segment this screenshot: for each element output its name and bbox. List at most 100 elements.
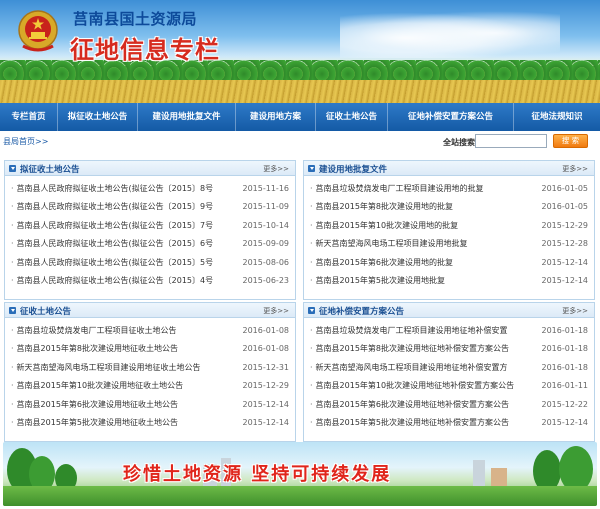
list-item[interactable]: · 莒南县2015年第5批次建设用地征收土地公告 2015-12-14	[5, 414, 295, 432]
item-title[interactable]: 莒南县2015年第6批次建设用地的批复	[316, 258, 453, 267]
main-nav: 专栏首页 拟征收土地公告 建设用地批复文件 建设用地方案 征收土地公告 征地补偿…	[0, 103, 600, 131]
item-title[interactable]: 莒南县人民政府拟征收土地公告(拟征公告〔2015〕9号	[17, 202, 214, 211]
bullet-icon: ·	[310, 326, 313, 335]
item-date: 2015-12-14	[541, 275, 589, 285]
item-title[interactable]: 莒南县2015年第8批次建设用地征地补偿安置方案公告	[316, 344, 509, 353]
nav-item-home[interactable]: 专栏首页	[0, 103, 58, 131]
bullet-icon: ·	[310, 399, 313, 409]
item-title[interactable]: 莒南县人民政府拟征收土地公告(拟征公告〔2015〕5号	[17, 258, 214, 267]
nav-item-land-plan[interactable]: 建设用地方案	[236, 103, 316, 131]
list-item[interactable]: · 新天莒南望海风电场工程项目建设用地征收土地公告 2015-12-31	[5, 359, 295, 377]
list-item[interactable]: · 莒南县人民政府拟征收土地公告(拟征公告〔2015〕4号 2015-06-23	[5, 272, 295, 290]
item-date: 2015-12-31	[242, 362, 290, 372]
list-item[interactable]: · 莒南县2015年第5批次建设用地征地补偿安置方案公告 2015-12-14	[304, 414, 594, 432]
list-item[interactable]: · 莒南县垃圾焚烧发电厂工程项目建设用地征地补偿安置 2016-01-18	[304, 322, 594, 340]
nav-item-regulations[interactable]: 征地法规知识	[514, 103, 600, 131]
nav-item-compensation-plan[interactable]: 征地补偿安置方案公告	[388, 103, 514, 131]
panel-header: 拟征收土地公告 更多>>	[5, 161, 295, 176]
more-link[interactable]: 更多>>	[562, 164, 588, 174]
item-date: 2015-12-14	[242, 417, 290, 427]
bullet-icon: ·	[310, 239, 313, 249]
item-title[interactable]: 莒南县2015年第10批次建设用地征收土地公告	[17, 381, 184, 390]
item-title[interactable]: 莒南县垃圾焚烧发电厂工程项目征收土地公告	[17, 326, 177, 335]
list-item[interactable]: · 莒南县2015年第6批次建设用地征地补偿安置方案公告 2015-12-22	[304, 396, 594, 414]
item-date: 2015-08-06	[242, 257, 290, 267]
item-title[interactable]: 莒南县2015年第8批次建设用地的批复	[316, 202, 453, 211]
item-date: 2016-01-05	[541, 202, 589, 212]
item-title[interactable]: 新天莒南望海风电场工程项目建设用地征地补偿安置方	[316, 363, 508, 372]
list-item[interactable]: · 莒南县2015年第6批次建设用地征收土地公告 2015-12-14	[5, 396, 295, 414]
header-banner: 莒南县国土资源局 征地信息专栏	[0, 0, 600, 103]
bullet-icon: ·	[310, 202, 313, 212]
panel-title: 拟征收土地公告	[20, 165, 80, 175]
list-item[interactable]: · 新天莒南望海风电场工程项目建设用地征地补偿安置方 2016-01-18	[304, 359, 594, 377]
item-date: 2015-12-22	[541, 399, 589, 409]
item-date: 2016-01-18	[541, 362, 589, 372]
bullet-icon: ·	[11, 239, 14, 249]
item-title[interactable]: 莒南县人民政府拟征收土地公告(拟征公告〔2015〕8号	[17, 184, 214, 193]
item-title[interactable]: 新天莒南望海风电场工程项目建设用地征收土地公告	[17, 363, 201, 372]
list-item[interactable]: · 莒南县人民政府拟征收土地公告(拟征公告〔2015〕5号 2015-08-06	[5, 254, 295, 272]
item-title[interactable]: 莒南县2015年第10批次建设用地的批复	[316, 221, 459, 230]
item-title[interactable]: 莒南县2015年第5批次建设用地征收土地公告	[17, 418, 178, 427]
list-item[interactable]: · 莒南县垃圾焚烧发电厂工程项目建设用地的批复 2016-01-05	[304, 180, 594, 198]
chevron-down-icon	[308, 165, 315, 172]
list-item[interactable]: · 莒南县2015年第8批次建设用地的批复 2016-01-05	[304, 198, 594, 216]
list-item[interactable]: · 莒南县2015年第5批次建设用地批复 2015-12-14	[304, 272, 594, 290]
item-date: 2015-12-14	[541, 417, 589, 427]
item-title[interactable]: 莒南县2015年第5批次建设用地批复	[316, 276, 445, 285]
panel-title: 征收土地公告	[20, 307, 72, 317]
item-date: 2015-10-14	[242, 220, 290, 230]
list-item[interactable]: · 莒南县2015年第6批次建设用地的批复 2015-12-14	[304, 254, 594, 272]
list-item[interactable]: · 莒南县人民政府拟征收土地公告(拟征公告〔2015〕6号 2015-09-09	[5, 235, 295, 253]
list-item[interactable]: · 新天莒南望海风电场工程项目建设用地批复 2015-12-28	[304, 235, 594, 253]
breadcrumb[interactable]: 县局首页>>	[3, 136, 48, 147]
bullet-icon: ·	[11, 362, 14, 372]
clouds-decoration	[340, 8, 560, 58]
bullet-icon: ·	[11, 184, 14, 193]
list-item[interactable]: · 莒南县2015年第8批次建设用地征收土地公告 2016-01-08	[5, 340, 295, 358]
nav-item-proposed-expropriation[interactable]: 拟征收土地公告	[58, 103, 138, 131]
item-date: 2015-11-16	[242, 184, 290, 193]
nav-item-expropriation-notice[interactable]: 征收土地公告	[316, 103, 388, 131]
list-item[interactable]: · 莒南县2015年第10批次建设用地征地补偿安置方案公告 2016-01-11	[304, 377, 594, 395]
list-item[interactable]: · 莒南县人民政府拟征收土地公告(拟征公告〔2015〕8号 2015-11-16	[5, 180, 295, 198]
bullet-icon: ·	[11, 344, 14, 354]
item-title[interactable]: 莒南县2015年第10批次建设用地征地补偿安置方案公告	[316, 381, 515, 390]
list-item[interactable]: · 莒南县垃圾焚烧发电厂工程项目征收土地公告 2016-01-08	[5, 322, 295, 340]
more-link[interactable]: 更多>>	[562, 306, 588, 316]
item-title[interactable]: 莒南县2015年第6批次建设用地征地补偿安置方案公告	[316, 400, 509, 409]
agency-name: 莒南县国土资源局	[73, 10, 198, 28]
item-title[interactable]: 莒南县2015年第8批次建设用地征收土地公告	[17, 344, 178, 353]
item-title[interactable]: 莒南县人民政府拟征收土地公告(拟征公告〔2015〕7号	[17, 221, 214, 230]
search-button[interactable]: 搜 索	[553, 134, 588, 148]
item-title[interactable]: 莒南县人民政府拟征收土地公告(拟征公告〔2015〕6号	[17, 239, 214, 248]
item-title[interactable]: 莒南县2015年第5批次建设用地征地补偿安置方案公告	[316, 418, 509, 427]
item-date: 2016-01-11	[541, 381, 589, 391]
grass-decoration	[3, 486, 597, 506]
item-title[interactable]: 莒南县人民政府拟征收土地公告(拟征公告〔2015〕4号	[17, 276, 214, 285]
panel-expropriation-notice: 征收土地公告 更多>> · 莒南县垃圾焚烧发电厂工程项目征收土地公告 2016-01…	[4, 302, 296, 442]
chevron-down-icon	[9, 165, 16, 172]
item-date: 2016-01-05	[541, 184, 589, 193]
list-item[interactable]: · 莒南县人民政府拟征收土地公告(拟征公告〔2015〕9号 2015-11-09	[5, 198, 295, 216]
more-link[interactable]: 更多>>	[263, 164, 289, 174]
item-title[interactable]: 莒南县垃圾焚烧发电厂工程项目建设用地的批复	[316, 184, 484, 193]
bullet-icon: ·	[11, 399, 14, 409]
item-title[interactable]: 新天莒南望海风电场工程项目建设用地批复	[316, 239, 468, 248]
more-link[interactable]: 更多>>	[263, 306, 289, 316]
item-title[interactable]: 莒南县2015年第6批次建设用地征收土地公告	[17, 400, 178, 409]
item-date: 2016-01-18	[541, 344, 589, 354]
site-title: 征地信息专栏	[70, 36, 220, 64]
bullet-icon: ·	[11, 326, 14, 335]
list-item[interactable]: · 莒南县人民政府拟征收土地公告(拟征公告〔2015〕7号 2015-10-14	[5, 217, 295, 235]
notice-list: · 莒南县人民政府拟征收土地公告(拟征公告〔2015〕8号 2015-11-16 ·…	[5, 176, 295, 290]
bullet-icon: ·	[11, 275, 14, 285]
building-decoration	[473, 460, 485, 488]
item-title[interactable]: 莒南县垃圾焚烧发电厂工程项目建设用地征地补偿安置	[316, 326, 508, 335]
list-item[interactable]: · 莒南县2015年第10批次建设用地的批复 2015-12-29	[304, 217, 594, 235]
search-input[interactable]	[475, 134, 547, 148]
nav-item-land-approval-docs[interactable]: 建设用地批复文件	[138, 103, 236, 131]
list-item[interactable]: · 莒南县2015年第8批次建设用地征地补偿安置方案公告 2016-01-18	[304, 340, 594, 358]
list-item[interactable]: · 莒南县2015年第10批次建设用地征收土地公告 2015-12-29	[5, 377, 295, 395]
